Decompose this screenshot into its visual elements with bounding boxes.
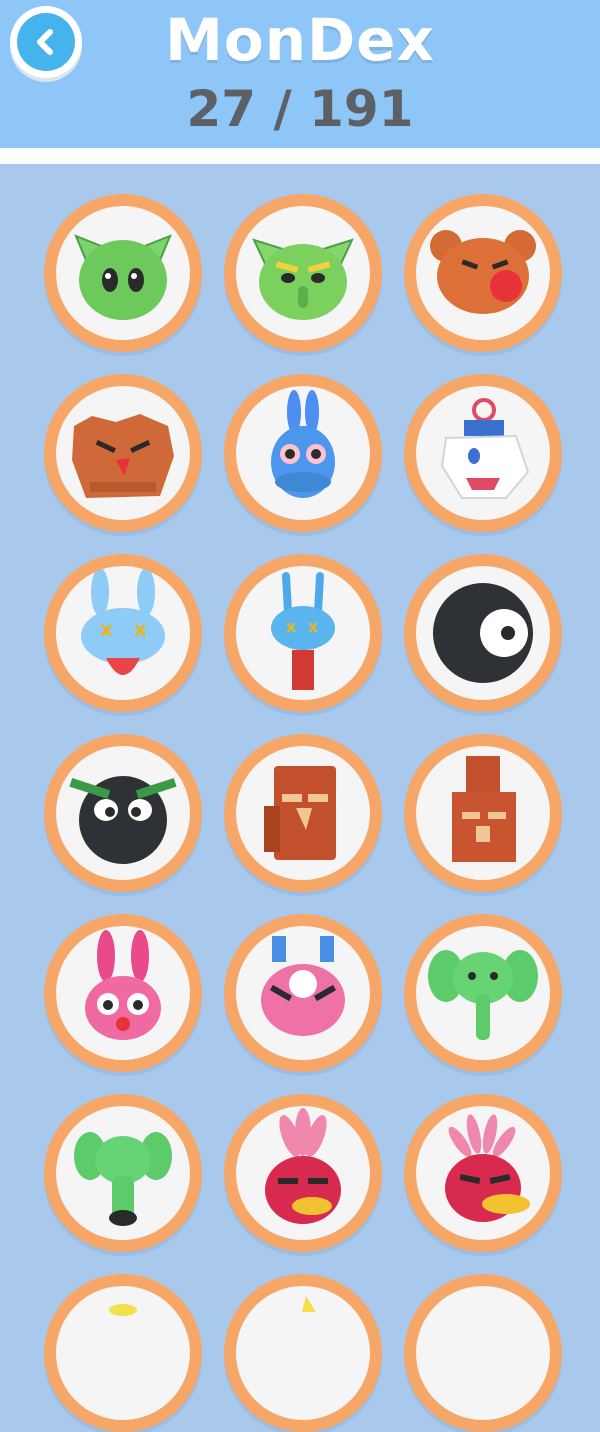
monster-slot-green-elephant[interactable] xyxy=(404,914,562,1072)
monster-slot-partial-2[interactable] xyxy=(224,1274,382,1432)
pink-bunny-icon xyxy=(85,930,161,1040)
svg-text:x: x xyxy=(286,617,297,636)
monster-slot-brick-tower-golem[interactable] xyxy=(404,734,562,892)
monster-grid: x x x x xyxy=(0,164,600,1432)
monster-icon xyxy=(416,1286,550,1420)
svg-text:x: x xyxy=(100,617,113,641)
header-divider xyxy=(0,148,600,164)
white-robot-dragon-icon xyxy=(440,398,530,499)
collection-count: 27 / 191 xyxy=(186,80,414,138)
monster-slot-black-eyeball[interactable] xyxy=(404,554,562,712)
monster-icon xyxy=(109,1304,137,1316)
page-title: MonDex xyxy=(165,6,435,74)
green-goblin-icon xyxy=(74,234,172,320)
monster-slot-black-blob[interactable] xyxy=(44,734,202,892)
monster-slot-angry-green-goblin[interactable] xyxy=(224,194,382,352)
monster-slot-angry-rock-bear[interactable] xyxy=(44,374,202,532)
monster-slot-red-bird[interactable] xyxy=(224,1094,382,1252)
pink-bug-icon xyxy=(261,936,345,1036)
monster-slot-pink-bunny[interactable] xyxy=(44,914,202,1072)
black-eyeball-icon xyxy=(433,583,533,683)
red-bird-icon xyxy=(265,1108,341,1224)
monster-slot-brick-golem[interactable] xyxy=(224,734,382,892)
monster-slot-green-elephant-trunk[interactable] xyxy=(44,1094,202,1252)
monster-slot-pink-bug[interactable] xyxy=(224,914,382,1072)
red-crested-bird-icon xyxy=(445,1114,530,1222)
brick-tower-golem-icon xyxy=(452,756,516,862)
blue-dizzy-bunny-icon: x x xyxy=(81,568,165,675)
monster-slot-red-crested-bird[interactable] xyxy=(404,1094,562,1252)
svg-text:x: x xyxy=(308,617,319,636)
green-elephant-trunk-icon xyxy=(74,1132,172,1226)
brown-bear-icon xyxy=(430,230,536,314)
monster-slot-partial-3[interactable] xyxy=(404,1274,562,1432)
monster-slot-blue-rabbit[interactable] xyxy=(224,374,382,532)
black-blob-icon xyxy=(69,776,177,864)
monster-icon xyxy=(302,1296,316,1312)
monster-slot-brown-bear[interactable] xyxy=(404,194,562,352)
monster-slot-white-robot-dragon[interactable] xyxy=(404,374,562,532)
monster-slot-blue-dizzy-beetle[interactable]: x x xyxy=(224,554,382,712)
angry-green-goblin-icon xyxy=(252,238,354,320)
monster-slot-green-goblin[interactable] xyxy=(44,194,202,352)
monster-slot-blue-dizzy-bunny[interactable]: x x xyxy=(44,554,202,712)
header-bar: MonDex 27 / 191 xyxy=(0,0,600,148)
angry-rock-bear-icon xyxy=(72,414,174,498)
blue-rabbit-icon xyxy=(271,390,335,498)
brick-golem-icon xyxy=(264,766,336,860)
green-elephant-icon xyxy=(428,950,538,1040)
svg-text:x: x xyxy=(134,617,147,641)
monster-slot-partial-1[interactable] xyxy=(44,1274,202,1432)
blue-dizzy-beetle-icon: x x xyxy=(271,572,335,690)
